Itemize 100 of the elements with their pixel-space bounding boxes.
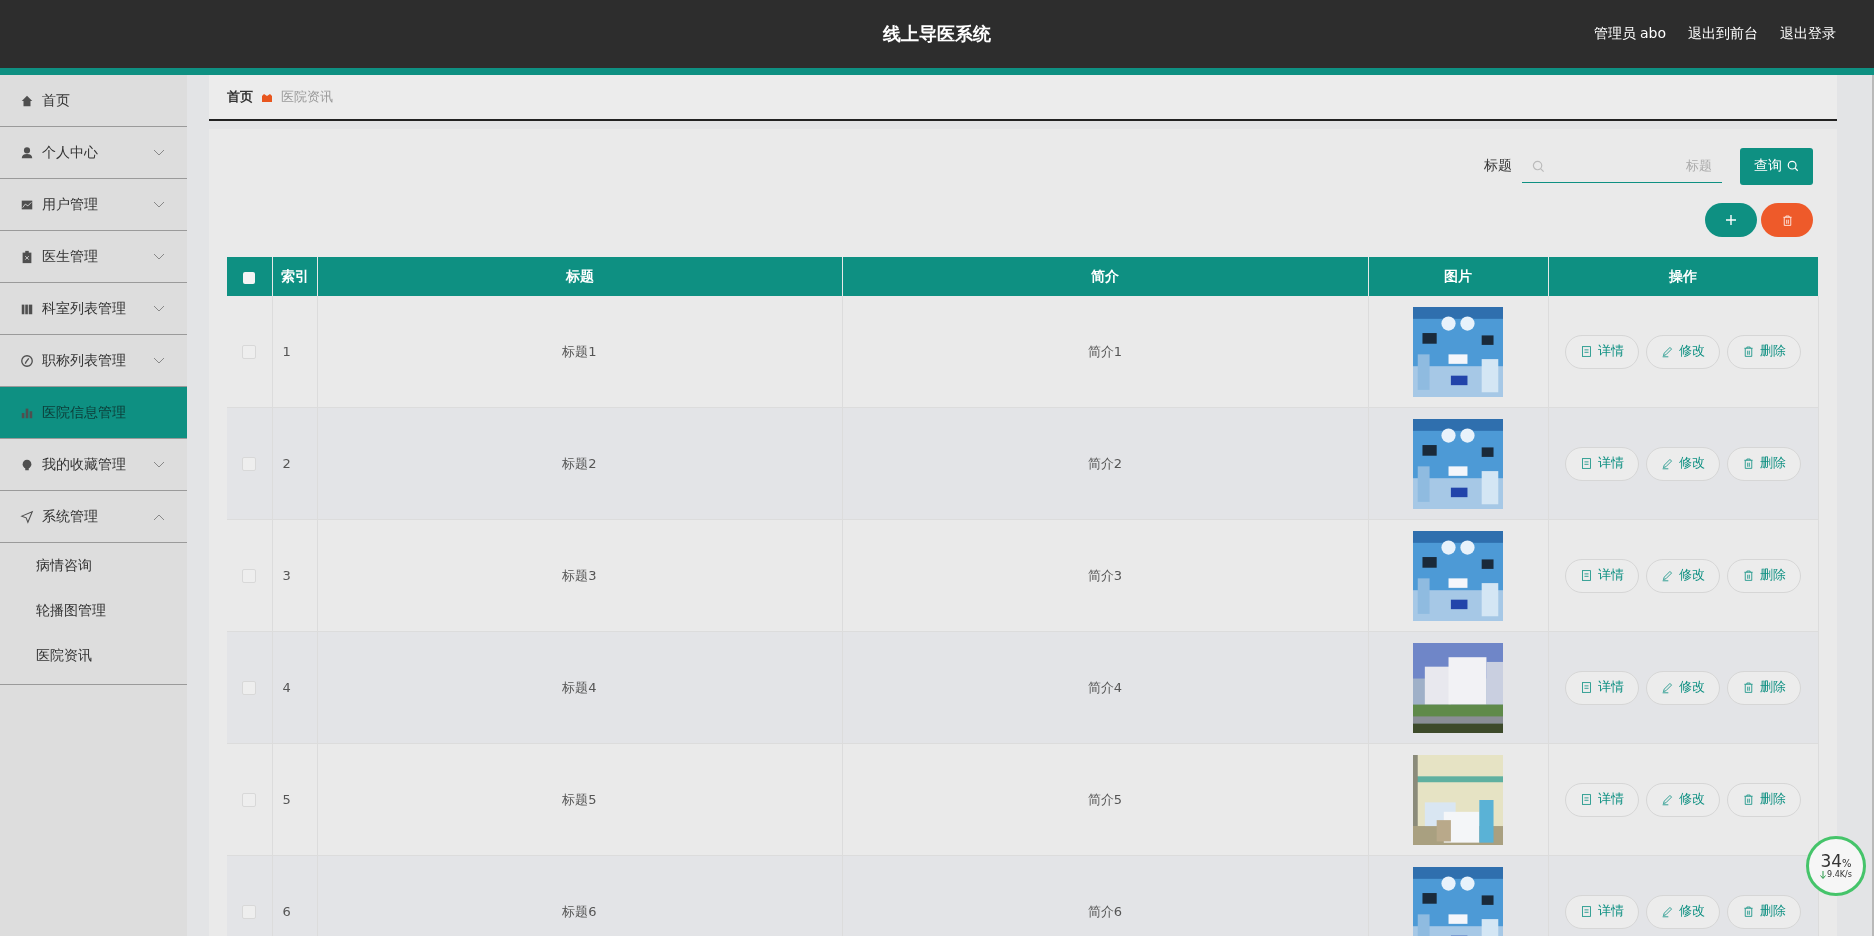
pencil-icon bbox=[1661, 905, 1675, 918]
edit-button[interactable]: 修改 bbox=[1646, 670, 1721, 705]
select-all-checkbox[interactable] bbox=[243, 271, 256, 284]
document-icon bbox=[1580, 681, 1594, 694]
sidebar-label: 用户管理 bbox=[42, 195, 99, 214]
pencil-icon bbox=[1661, 681, 1675, 694]
detail-button[interactable]: 详情 bbox=[1565, 446, 1640, 481]
search-field[interactable]: 标题 bbox=[1522, 149, 1722, 183]
column-header: 图片 bbox=[1368, 257, 1548, 296]
table-cell: 6 bbox=[272, 855, 317, 936]
edit-button[interactable]: 修改 bbox=[1646, 782, 1721, 817]
trash-icon bbox=[1742, 345, 1756, 358]
search-icon bbox=[1532, 160, 1545, 173]
sidebar-item[interactable]: 个人中心 bbox=[0, 127, 187, 179]
sidebar-label: 我的收藏管理 bbox=[42, 455, 127, 474]
sidebar-item[interactable]: 医院信息管理 bbox=[0, 387, 187, 439]
edit-button[interactable]: 修改 bbox=[1646, 334, 1721, 369]
pencil-icon bbox=[1661, 345, 1675, 358]
trash-icon bbox=[1742, 793, 1756, 806]
table-cell: 标题4 bbox=[317, 631, 842, 744]
table-cell: 标题5 bbox=[317, 743, 842, 856]
percent-text: 34% bbox=[1820, 853, 1852, 870]
header-link[interactable]: 退出登录 bbox=[1780, 25, 1836, 43]
breadcrumb-item[interactable]: 首页 bbox=[227, 88, 253, 106]
home-icon bbox=[20, 93, 34, 108]
edit-button[interactable]: 修改 bbox=[1646, 446, 1721, 481]
table-cell: 简介5 bbox=[842, 743, 1368, 856]
pencil-icon bbox=[1661, 457, 1675, 470]
delete-button[interactable]: 删除 bbox=[1727, 558, 1802, 593]
table-cell: 简介1 bbox=[842, 296, 1368, 408]
submenu-item[interactable]: 病情咨询 bbox=[0, 543, 187, 588]
submenu-item[interactable]: 医院资讯 bbox=[0, 633, 187, 678]
detail-button[interactable]: 详情 bbox=[1565, 670, 1640, 705]
column-header: 简介 bbox=[842, 257, 1368, 296]
delete-button[interactable]: 删除 bbox=[1727, 782, 1802, 817]
bulb-icon bbox=[20, 457, 34, 472]
sidebar-label: 职称列表管理 bbox=[42, 351, 127, 370]
trash-icon bbox=[1742, 569, 1756, 582]
paper-plane-icon bbox=[20, 509, 34, 524]
pencil-icon bbox=[1661, 793, 1675, 806]
detail-button[interactable]: 详情 bbox=[1565, 334, 1640, 369]
document-icon bbox=[1580, 457, 1594, 470]
sidebar-item[interactable]: 系统管理 bbox=[0, 491, 187, 543]
table-cell: 3 bbox=[272, 519, 317, 632]
document-icon bbox=[1580, 345, 1594, 358]
delete-button[interactable]: 删除 bbox=[1727, 894, 1802, 929]
table-cell: 1 bbox=[272, 296, 317, 408]
down-arrow-icon bbox=[1820, 870, 1827, 879]
table-cell: 简介3 bbox=[842, 519, 1368, 632]
sidebar-label: 医院信息管理 bbox=[42, 403, 127, 422]
document-icon bbox=[1580, 905, 1594, 918]
header-link[interactable]: 管理员 abo bbox=[1593, 25, 1666, 43]
detail-button[interactable]: 详情 bbox=[1565, 782, 1640, 817]
trash-icon bbox=[1742, 457, 1756, 470]
sidebar-item[interactable]: 我的收藏管理 bbox=[0, 439, 187, 491]
table-cell: 标题3 bbox=[317, 519, 842, 632]
trash-icon bbox=[1780, 213, 1794, 227]
crown-icon bbox=[261, 91, 273, 103]
query-button[interactable]: 查询 bbox=[1740, 147, 1813, 185]
sidebar-item[interactable]: 首页 bbox=[0, 75, 187, 127]
sidebar-label: 科室列表管理 bbox=[42, 299, 127, 318]
pencil-icon bbox=[1661, 569, 1675, 582]
table-cell: 简介2 bbox=[842, 407, 1368, 520]
add-button[interactable] bbox=[1705, 203, 1757, 237]
table-cell: 简介4 bbox=[842, 631, 1368, 744]
compass-icon bbox=[20, 353, 34, 368]
sidebar-item[interactable]: 科室列表管理 bbox=[0, 283, 187, 335]
submenu-item[interactable]: 轮播图管理 bbox=[0, 588, 187, 633]
header-link[interactable]: 退出到前台 bbox=[1688, 25, 1758, 43]
table-cell: 标题1 bbox=[317, 296, 842, 408]
sidebar-item[interactable]: 医生管理 bbox=[0, 231, 187, 283]
edit-button[interactable]: 修改 bbox=[1646, 558, 1721, 593]
column-header: 索引 bbox=[272, 257, 317, 296]
table-cell: 标题6 bbox=[317, 855, 842, 936]
table-cell: 2 bbox=[272, 407, 317, 520]
sidebar-label: 医生管理 bbox=[42, 247, 99, 266]
table-cell: 5 bbox=[272, 743, 317, 856]
trash-icon bbox=[1742, 905, 1756, 918]
delete-button[interactable] bbox=[1761, 203, 1813, 237]
network-speed-widget[interactable]: 34% 9.4K/s bbox=[1806, 836, 1866, 896]
detail-button[interactable]: 详情 bbox=[1565, 894, 1640, 929]
search-icon bbox=[1787, 160, 1799, 172]
table-cell: 标题2 bbox=[317, 407, 842, 520]
delete-button[interactable]: 删除 bbox=[1727, 446, 1802, 481]
table-cell: 4 bbox=[272, 631, 317, 744]
sidebar-label: 个人中心 bbox=[42, 143, 99, 162]
column-header: 操作 bbox=[1548, 257, 1819, 296]
sidebar-label: 首页 bbox=[42, 91, 71, 110]
edit-button[interactable]: 修改 bbox=[1646, 894, 1721, 929]
detail-button[interactable]: 详情 bbox=[1565, 558, 1640, 593]
user-icon bbox=[20, 145, 34, 160]
sidebar-label: 系统管理 bbox=[42, 507, 99, 526]
plus-icon bbox=[1725, 214, 1737, 226]
sidebar-item[interactable]: 用户管理 bbox=[0, 179, 187, 231]
delete-button[interactable]: 删除 bbox=[1727, 334, 1802, 369]
clipboard-icon bbox=[20, 249, 34, 264]
document-icon bbox=[1580, 569, 1594, 582]
search-label: 标题 bbox=[1484, 157, 1512, 175]
speed-text: 9.4K/s bbox=[1827, 870, 1852, 879]
delete-button[interactable]: 删除 bbox=[1727, 670, 1802, 705]
